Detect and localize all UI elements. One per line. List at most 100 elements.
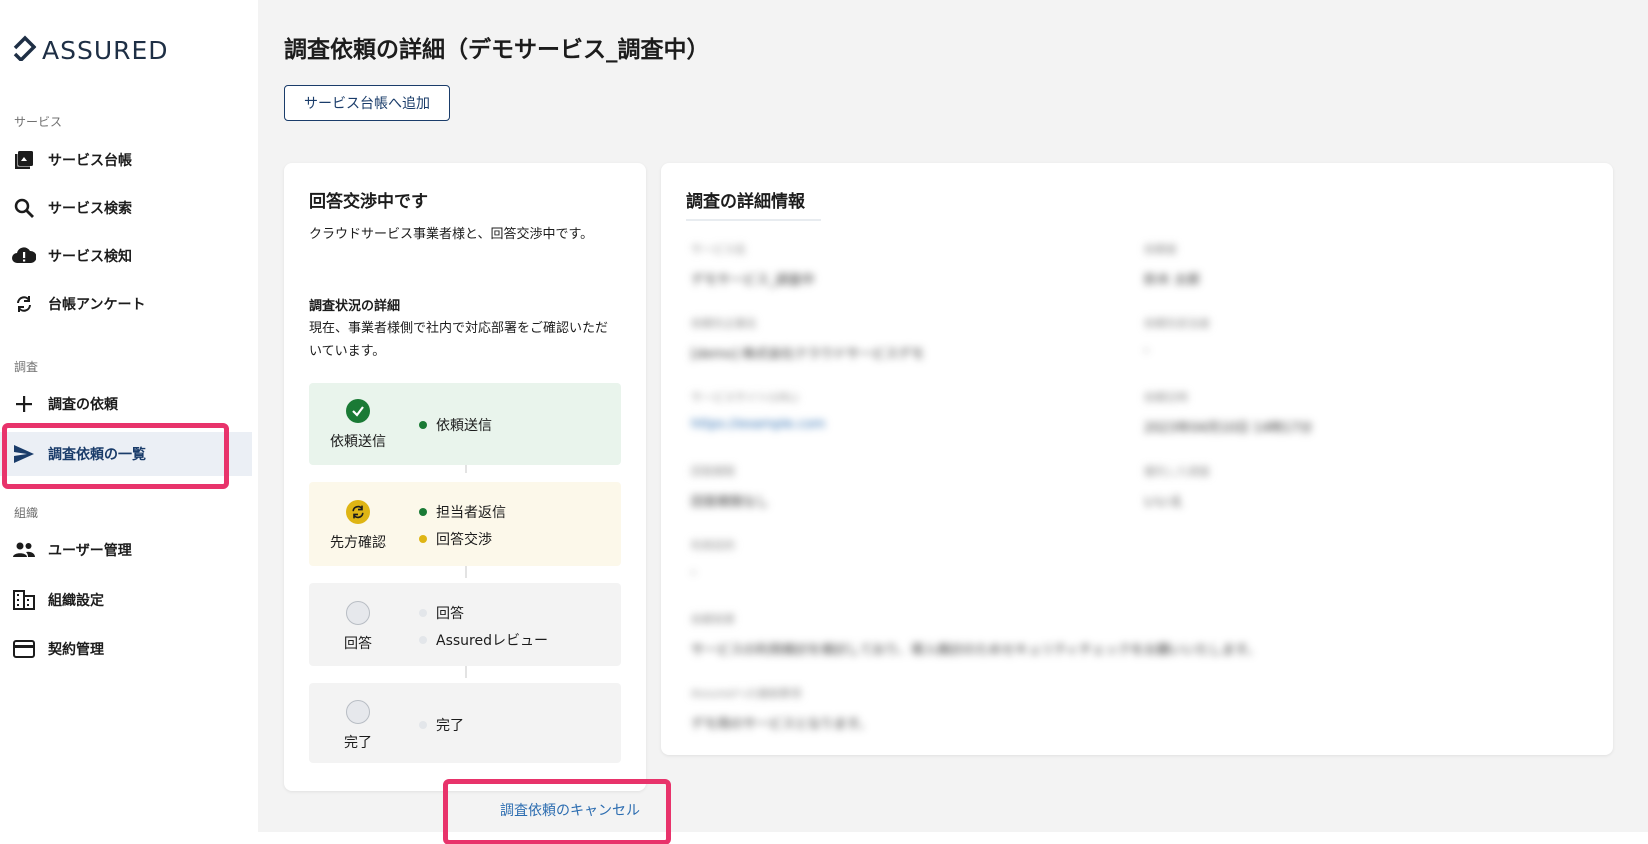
sidebar-item-label: サービス検索 (48, 201, 132, 217)
sidebar-item-request-investigation[interactable]: 調査の依頼 (0, 382, 252, 426)
cloud-alert-icon (12, 244, 36, 268)
detail-field: Assuredへの連絡事項 デモ用のサービスとなります。 (691, 685, 871, 732)
empty-circle-icon (346, 601, 370, 625)
field-label: サービス名 (691, 243, 746, 256)
detail-field: 利用目的 - (691, 537, 735, 580)
field-value: いいえ (1144, 495, 1184, 510)
step-substatus: 依頼送信 (419, 415, 492, 435)
step-name: 依頼送信 (330, 434, 386, 450)
field-label: 回答期限 (691, 465, 735, 478)
plus-icon (12, 392, 36, 416)
step-connector (465, 666, 467, 678)
assured-logo-icon (12, 35, 38, 65)
building-icon (12, 588, 36, 612)
substatus-label: 依頼送信 (436, 418, 492, 434)
status-card: 回答交渉中です クラウドサービス事業者様と、回答交渉中です。 調査状況の詳細 現… (284, 163, 646, 791)
sidebar-item-label: 組織設定 (48, 593, 104, 609)
detail-field: 依頼背景 サービスの利用検討を検討しており、導入検討のためセキュリティチェックを… (691, 611, 1260, 658)
credit-card-icon (12, 637, 36, 661)
detail-field: 依頼先企業名 [demo] 株式会社クラウドサービスデモ (691, 315, 924, 362)
sidebar-item-contract-management[interactable]: 契約管理 (0, 627, 252, 671)
detail-field: 回答期限 回答期限なし (691, 463, 769, 510)
detail-card: 調査の詳細情報 サービス名 デモサービス_調査中 依頼者 鈴木 太郎 依頼先企業… (661, 163, 1613, 755)
field-label: Assuredへの連絡事項 (691, 687, 801, 700)
detail-field: サービス名 デモサービス_調査中 (691, 241, 815, 288)
field-value: - (691, 565, 696, 580)
detail-field: 依頼先担当者 - (1144, 315, 1210, 358)
substatus-label: Assuredレビュー (436, 633, 548, 649)
step-connector (465, 566, 467, 578)
field-label: 依頼日時 (1144, 391, 1188, 404)
logo-text: ASSURED (42, 35, 169, 65)
sidebar-item-service-ledger[interactable]: サービス台帳 (0, 138, 252, 182)
section-label-service: サービス (14, 115, 63, 129)
step-answer: 回答 回答 Assuredレビュー (309, 583, 621, 666)
sidebar-item-label: サービス台帳 (48, 153, 132, 169)
step-complete: 完了 完了 (309, 683, 621, 763)
detail-field: 依頼者 鈴木 太郎 (1144, 241, 1200, 288)
status-dot (419, 609, 427, 617)
sync-icon (12, 292, 36, 316)
status-title: 回答交渉中です (309, 192, 428, 212)
step-name: 完了 (344, 735, 372, 751)
step-substatus: 回答交渉 (419, 529, 492, 549)
detail-field: 依頼日時 2023年04月10日 14時17分 (1144, 389, 1312, 436)
sidebar-item-ledger-survey[interactable]: 台帳アンケート (0, 282, 252, 326)
empty-circle-icon (346, 700, 370, 724)
status-dot (419, 421, 427, 429)
field-value: 回答期限なし (691, 495, 770, 510)
field-value: - (1144, 343, 1149, 358)
logo[interactable]: ASSURED (12, 34, 169, 66)
substatus-label: 担当者返信 (436, 505, 506, 521)
detail-field: サービスサイト(URL) https://example.com (691, 389, 825, 432)
send-icon (12, 442, 36, 466)
sidebar-item-organization-settings[interactable]: 組織設定 (0, 578, 252, 622)
status-detail-text: 現在、事業者様側で社内で対応部署をご確認いただいています。 (309, 321, 609, 359)
step-name: 回答 (344, 636, 372, 652)
status-detail-title: 調査状況の詳細 (309, 299, 401, 314)
step-substatus: Assuredレビュー (419, 630, 548, 650)
field-label: 依頼者 (1144, 243, 1177, 256)
page-title: 調査依頼の詳細（デモサービス_調査中） (284, 37, 710, 63)
check-icon (346, 399, 370, 423)
status-dot (419, 636, 427, 644)
sidebar-item-user-management[interactable]: ユーザー管理 (0, 528, 252, 572)
sidebar-item-label: 調査依頼の一覧 (48, 447, 146, 463)
field-value: 鈴木 太郎 (1144, 273, 1201, 288)
title-underline (686, 219, 821, 221)
sidebar-item-service-detection[interactable]: サービス検知 (0, 234, 252, 278)
field-label: 依頼背景 (691, 613, 735, 626)
field-label: 依頼先担当者 (1144, 317, 1210, 330)
field-label: サービスサイト(URL) (691, 391, 799, 404)
field-label: 利用目的 (691, 539, 735, 552)
sidebar-item-request-list[interactable]: 調査依頼の一覧 (0, 432, 252, 476)
field-value: サービスの利用検討を検討しており、導入検討のためセキュリティチェックをお願いいた… (691, 643, 1260, 658)
step-request-sent: 依頼送信 依頼送信 (309, 383, 621, 465)
search-icon (12, 196, 36, 220)
add-to-ledger-button[interactable]: サービス台帳へ追加 (284, 85, 450, 121)
field-value-link[interactable]: https://example.com (691, 417, 825, 432)
substatus-label: 回答 (436, 606, 464, 622)
sidebar-item-service-search[interactable]: サービス検索 (0, 186, 252, 230)
cancel-request-link[interactable]: 調査依頼のキャンセル (500, 800, 640, 820)
sidebar-item-label: サービス検知 (48, 249, 132, 265)
sync-icon (346, 500, 370, 524)
status-dot (419, 508, 427, 516)
status-dot (419, 721, 427, 729)
step-substatus: 担当者返信 (419, 502, 506, 522)
status-description: クラウドサービス事業者様と、回答交渉中です。 (309, 227, 594, 242)
field-value: 2023年04月10日 14時17分 (1144, 421, 1313, 436)
main-content: 調査依頼の詳細（デモサービス_調査中） サービス台帳へ追加 回答交渉中です クラ… (258, 0, 1648, 832)
field-label: 優先した調査 (1144, 465, 1210, 478)
substatus-label: 完了 (436, 718, 464, 734)
sidebar-item-label: 台帳アンケート (48, 297, 146, 313)
substatus-label: 回答交渉 (436, 532, 492, 548)
section-label-organization: 組織 (14, 506, 39, 520)
step-substatus: 回答 (419, 603, 464, 623)
step-name: 先方確認 (330, 535, 386, 551)
sidebar-item-label: ユーザー管理 (48, 543, 132, 559)
field-value: デモ用のサービスとなります。 (691, 717, 872, 732)
users-icon (12, 538, 36, 562)
step-counterparty-check: 先方確認 担当者返信 回答交渉 (309, 482, 621, 566)
section-label-investigation: 調査 (14, 360, 39, 374)
